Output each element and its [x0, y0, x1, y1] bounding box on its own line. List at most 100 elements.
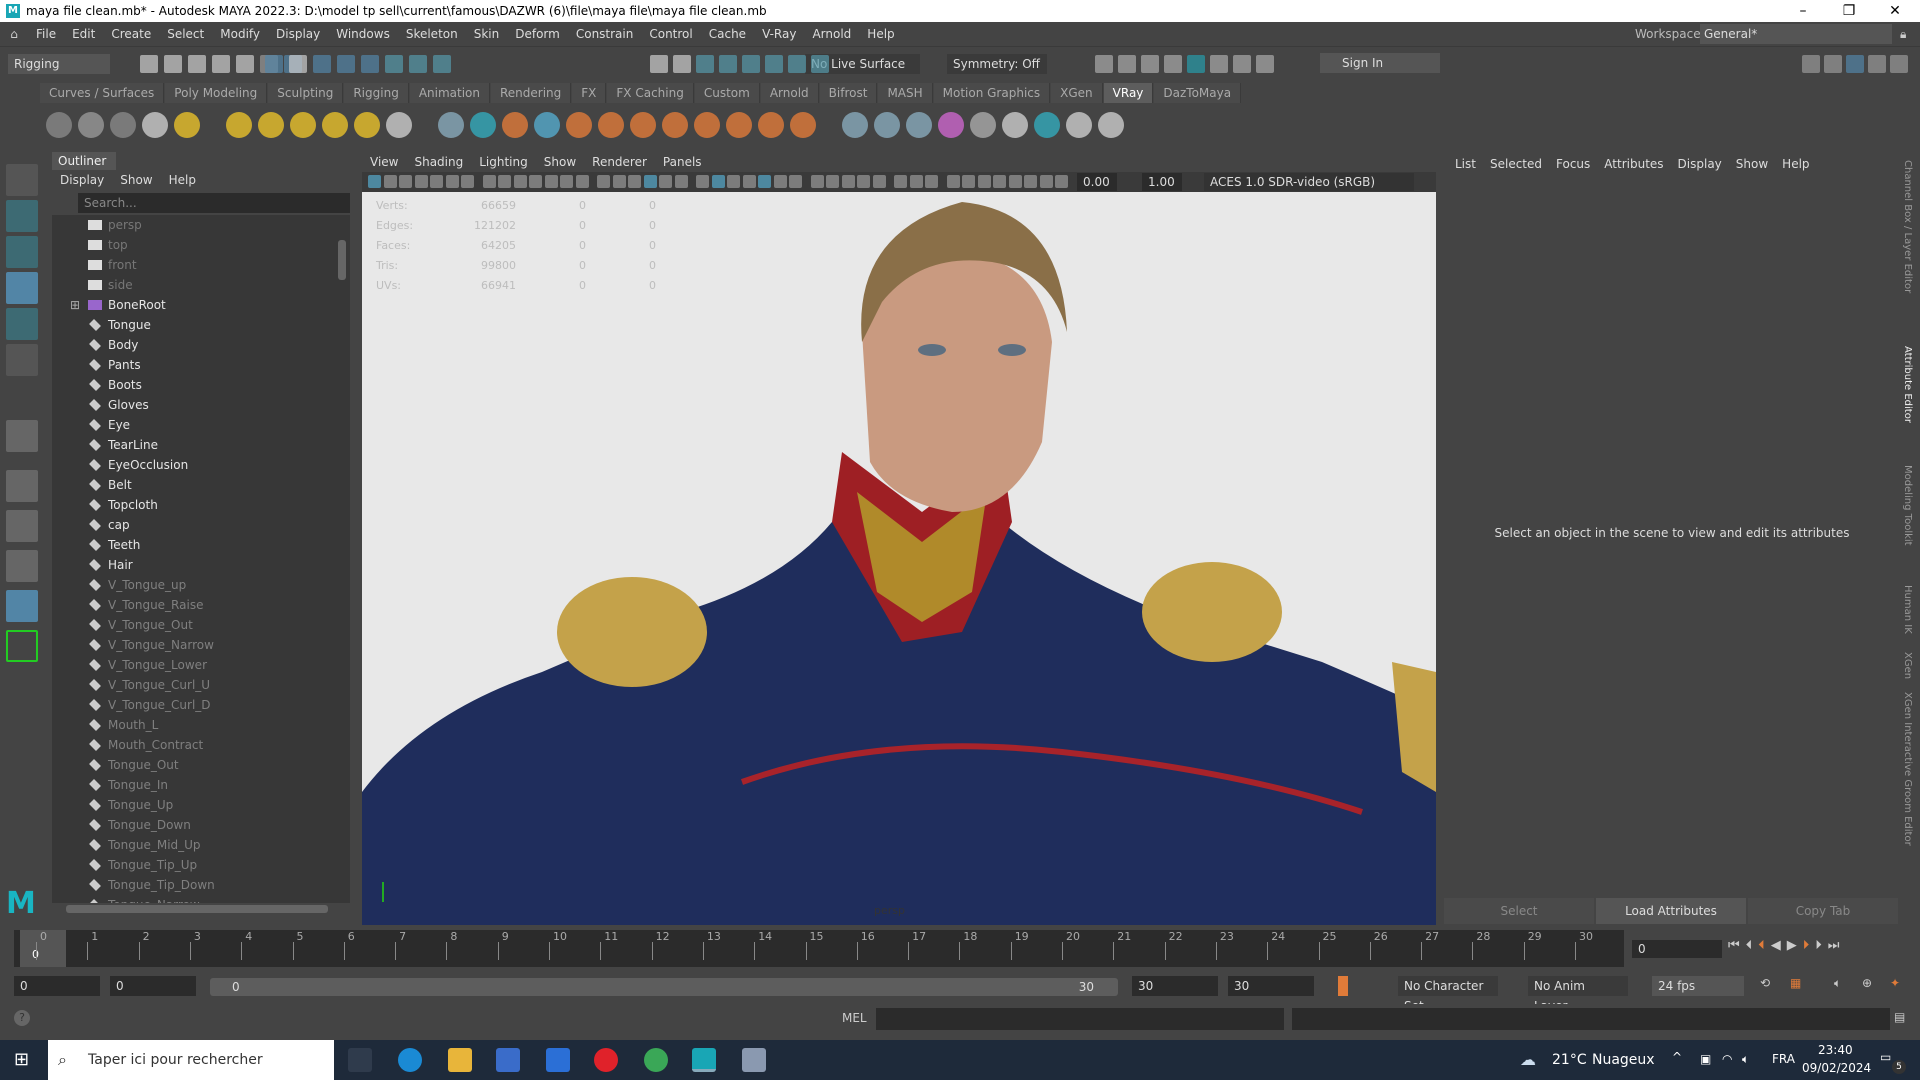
mel-label[interactable]: MEL [842, 1011, 867, 1025]
menu-display[interactable]: Display [268, 27, 328, 41]
side-tab-attribute-editor[interactable]: Attribute Editor [1902, 346, 1913, 423]
outliner-item[interactable]: Body [52, 335, 350, 355]
status-tool-icon[interactable] [236, 55, 254, 73]
viewport-tool-icon[interactable] [894, 175, 907, 188]
sound-icon[interactable]: 🔈︎ [1834, 976, 1841, 991]
outliner-tab[interactable]: Outliner [52, 152, 116, 170]
render-tool-icon[interactable] [1118, 55, 1136, 73]
status-tool-icon[interactable] [164, 55, 182, 73]
outliner-item[interactable]: V_Tongue_Out [52, 615, 350, 635]
viewport-tool-icon[interactable] [674, 175, 688, 188]
viewport-tool-icon[interactable] [1055, 175, 1068, 188]
outliner-item[interactable]: Teeth [52, 535, 350, 555]
viewport-tool-icon[interactable] [414, 175, 428, 188]
close-button[interactable]: ✕ [1872, 0, 1918, 22]
lock-icon[interactable]: 🔒︎ [1900, 27, 1906, 42]
end-time-field[interactable]: 30 [1228, 976, 1314, 996]
expand-icon[interactable]: ⊞ [70, 295, 80, 315]
shelf-tool-icon[interactable] [758, 112, 784, 138]
outliner-item[interactable]: Belt [52, 475, 350, 495]
viewport-tool-icon[interactable] [925, 175, 938, 188]
shelf-tool-icon[interactable] [970, 112, 996, 138]
menu-control[interactable]: Control [641, 27, 700, 41]
move-tool-icon[interactable] [6, 272, 38, 304]
viewport-tool-icon[interactable] [643, 175, 657, 188]
store-icon[interactable] [496, 1048, 520, 1072]
outliner-item[interactable]: front [52, 255, 350, 275]
viewport-tool-icon[interactable] [696, 175, 709, 188]
outliner-item[interactable]: Topcloth [52, 495, 350, 515]
viewport-tool-icon[interactable] [758, 175, 771, 188]
shelf-tool-icon[interactable] [1002, 112, 1028, 138]
viewport-tool-icon[interactable] [810, 175, 824, 188]
anim-end-field[interactable]: 30 [1132, 976, 1218, 996]
outliner-item[interactable]: Tongue_In [52, 775, 350, 795]
side-tab-xgen[interactable]: XGen [1902, 652, 1913, 679]
menu-file[interactable]: File [28, 27, 64, 41]
home-icon[interactable]: ⌂ [0, 27, 28, 41]
shelf-tool-icon[interactable] [662, 112, 688, 138]
shelf-tool-icon[interactable] [566, 112, 592, 138]
menuset-dropdown[interactable]: Rigging [8, 54, 110, 74]
search-icon[interactable] [6, 630, 38, 662]
render-tool-icon[interactable] [1164, 55, 1182, 73]
play-forward-icon[interactable]: ▶ [1787, 938, 1797, 953]
viewport-menu-shading[interactable]: Shading [406, 155, 471, 169]
outliner-search-input[interactable]: Search... [78, 193, 350, 213]
lasso-tool-icon[interactable] [6, 200, 38, 232]
side-tab-human-ik[interactable]: Human IK [1902, 585, 1913, 634]
viewport-tool-icon[interactable] [1008, 175, 1022, 188]
shelf-tab-vray[interactable]: VRay [1103, 83, 1154, 103]
viewport-tool-icon[interactable] [993, 175, 1006, 188]
outliner-item[interactable]: ⊞ BoneRoot [52, 295, 350, 315]
attr-menu-display[interactable]: Display [1671, 157, 1729, 171]
outliner-item[interactable]: persp [52, 215, 350, 235]
viewport-tool-icon[interactable] [1024, 175, 1037, 188]
viewport-menu-view[interactable]: View [362, 155, 406, 169]
anim-prefs-icon[interactable]: ⊕ [1862, 976, 1872, 990]
status-tool-icon[interactable] [788, 55, 806, 73]
attr-menu-selected[interactable]: Selected [1483, 157, 1549, 171]
viewport-tool-icon[interactable] [575, 175, 589, 188]
shelf-tool-icon[interactable] [502, 112, 528, 138]
attr-menu-attributes[interactable]: Attributes [1597, 157, 1670, 171]
shelf-tool-icon[interactable] [78, 112, 104, 138]
shelf-tab-sculpting[interactable]: Sculpting [268, 83, 344, 103]
shelf-tool-icon[interactable] [386, 112, 412, 138]
bookmark-icon[interactable] [1338, 976, 1348, 996]
shelf-tab-motion-graphics[interactable]: Motion Graphics [933, 83, 1051, 103]
status-tool-icon[interactable] [696, 55, 714, 73]
viewport-tool-icon[interactable] [612, 175, 626, 188]
four-view-layout-icon[interactable] [6, 510, 38, 542]
render-tool-icon[interactable] [1187, 55, 1205, 73]
viewport-tool-icon[interactable] [659, 175, 672, 188]
clock-date[interactable]: 09/02/2024 [1802, 1061, 1871, 1075]
symmetry-dropdown[interactable]: Symmetry: Off [947, 54, 1047, 74]
attr-menu-list[interactable]: List [1448, 157, 1483, 171]
loop-icon[interactable]: ⟲ [1760, 976, 1770, 990]
menu-constrain[interactable]: Constrain [568, 27, 642, 41]
viewport-tool-icon[interactable] [383, 175, 397, 188]
attr-menu-help[interactable]: Help [1775, 157, 1816, 171]
viewport-tool-icon[interactable] [872, 175, 886, 188]
shelf-tab-fx[interactable]: FX [572, 83, 607, 103]
outliner-item[interactable]: Mouth_Contract [52, 735, 350, 755]
shelf-tool-icon[interactable] [874, 112, 900, 138]
status-tool-icon[interactable] [361, 55, 379, 73]
status-tool-icon[interactable] [765, 55, 783, 73]
shelf-tool-icon[interactable] [938, 112, 964, 138]
viewport-tool-icon[interactable] [445, 175, 459, 188]
menu-select[interactable]: Select [159, 27, 212, 41]
status-tool-icon[interactable] [265, 55, 283, 73]
shelf-tool-icon[interactable] [1034, 112, 1060, 138]
step-forward-icon[interactable]: ⏵ [1815, 938, 1822, 953]
help-icon[interactable]: ? [14, 1010, 30, 1026]
go-to-end-icon[interactable]: ⏭ [1828, 938, 1840, 953]
status-tool-icon[interactable] [212, 55, 230, 73]
viewport-tool-icon[interactable] [857, 175, 870, 188]
menu-deform[interactable]: Deform [507, 27, 568, 41]
viewport-tool-icon[interactable] [946, 175, 960, 188]
tray-chevron-icon[interactable]: ^ [1672, 1050, 1682, 1064]
viewport-tool-icon[interactable] [977, 175, 991, 188]
outliner-menu-show[interactable]: Show [112, 173, 160, 187]
